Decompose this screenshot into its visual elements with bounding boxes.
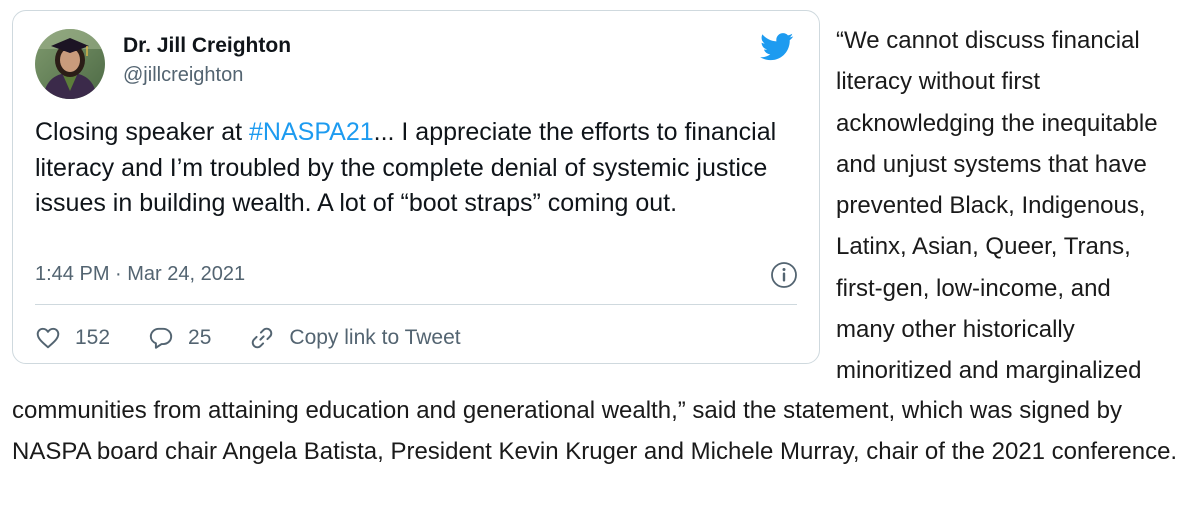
tweet-timestamp[interactable]: 1:44 PM · Mar 24, 2021 — [35, 263, 245, 286]
like-button[interactable]: 152 — [35, 325, 110, 351]
quote-line: Latinx, Asian, Queer, Trans, — [836, 233, 1131, 261]
article-quote-column: “We cannot discuss financial literacy wi… — [836, 20, 1198, 392]
heart-icon — [36, 327, 60, 349]
quote-line: literacy without first — [836, 68, 1041, 96]
reply-button[interactable]: 25 — [148, 325, 211, 351]
quote-line: and unjust systems that have — [836, 150, 1147, 178]
link-icon — [252, 327, 273, 349]
quote-line: many other historically — [836, 316, 1075, 344]
info-icon[interactable] — [770, 261, 798, 289]
author-handle[interactable]: @jillcreighton — [123, 64, 243, 87]
author-avatar[interactable] — [35, 29, 105, 99]
article-paragraph: communities from attaining education and… — [12, 397, 1178, 466]
quote-line: prevented Black, Indigenous, — [836, 192, 1146, 220]
quote-line: “We cannot discuss financial — [836, 27, 1140, 54]
tweet-text: Closing speaker at #NASPA21... I appreci… — [35, 115, 795, 222]
twitter-bird-icon[interactable] — [760, 33, 794, 61]
author-name[interactable]: Dr. Jill Creighton — [123, 34, 291, 58]
tweet-divider — [35, 304, 797, 305]
speech-bubble-icon — [149, 327, 173, 349]
quote-line: acknowledging the inequitable — [836, 109, 1158, 137]
quote-line: minoritized and marginalized — [836, 357, 1142, 385]
hashtag-link[interactable]: #NASPA21 — [249, 118, 374, 146]
copy-link-label: Copy link to Tweet — [289, 326, 461, 349]
copy-link-button[interactable]: Copy link to Tweet — [249, 325, 461, 351]
like-count: 152 — [75, 326, 111, 349]
embedded-tweet[interactable]: Dr. Jill Creighton @jillcreighton Closin… — [12, 10, 820, 364]
tweet-text-intro: Closing speaker at — [35, 118, 250, 146]
tweet-actions: 152 25 Copy link to Tweet — [35, 319, 499, 357]
reply-count: 25 — [188, 326, 212, 349]
quote-line: first-gen, low-income, and — [836, 274, 1111, 302]
